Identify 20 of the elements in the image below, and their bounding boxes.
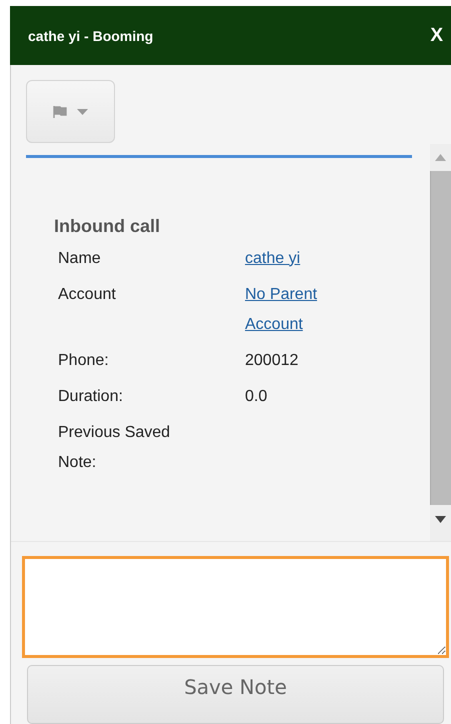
save-note-button[interactable]: Save Note <box>27 664 444 724</box>
field-value: 0.0 <box>245 386 268 407</box>
field-label: Duration: <box>58 386 124 407</box>
field-label: Phone: <box>58 350 110 371</box>
caret-icon <box>77 108 88 114</box>
flag-dropdown-button[interactable] <box>26 80 115 143</box>
field-label: Previous Saved Note: <box>58 422 172 473</box>
flag-icon <box>53 106 67 118</box>
scrollbar[interactable] <box>430 144 451 541</box>
close-button[interactable]: X <box>430 24 443 46</box>
field-label: Account <box>58 284 117 305</box>
field-link[interactable]: cathe yi <box>245 244 355 274</box>
window-title: cathe yi - Booming <box>28 28 154 44</box>
field-link[interactable]: No Parent Account <box>245 280 355 340</box>
field-label: Name <box>58 248 102 269</box>
note-field[interactable] <box>22 556 449 658</box>
scroll-down-icon[interactable] <box>435 516 446 523</box>
section-heading: Inbound call <box>54 214 161 238</box>
scroll-up-icon[interactable] <box>435 154 446 161</box>
field-value: 200012 <box>245 350 300 371</box>
